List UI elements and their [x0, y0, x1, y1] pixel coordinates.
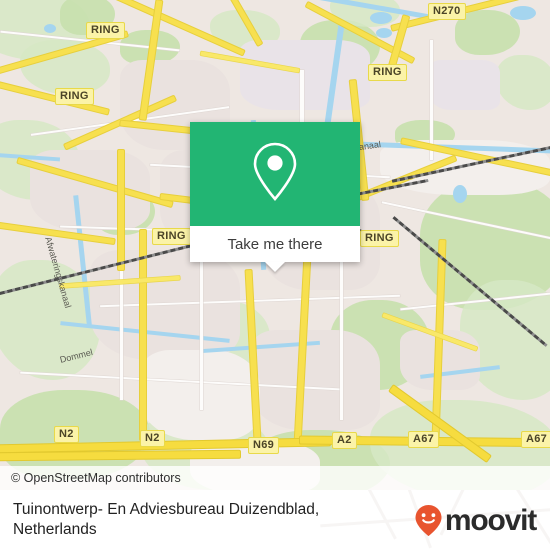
map-road-shield: A67	[408, 431, 440, 448]
map-water-pond	[44, 24, 56, 33]
map-landuse-industrial	[430, 60, 500, 110]
card-pointer-tip	[265, 262, 285, 272]
map-landuse-industrial	[240, 40, 370, 110]
footer-bar: Tuinontwerp- En Adviesbureau Duizendblad…	[0, 490, 550, 550]
card-pin-area	[190, 122, 360, 226]
moovit-wordmark: moovit	[444, 503, 537, 537]
attribution-bar: © OpenStreetMap contributors	[0, 466, 550, 490]
map-road-shield: N270	[428, 3, 466, 20]
take-me-there-label: Take me there	[227, 235, 323, 253]
map-canvas[interactable]: Kanaal Afwateringskanaal Dommel RING RING RI…	[0, 0, 550, 490]
map-road-minor	[430, 40, 433, 160]
map-road-shield: N2	[140, 430, 165, 447]
moovit-smiley-pin-icon	[414, 504, 443, 537]
map-road-shield: A2	[332, 432, 357, 449]
map-road-shield: N2	[54, 426, 79, 443]
map-road-minor	[200, 250, 203, 410]
moovit-logo[interactable]: moovit	[414, 503, 537, 537]
map-result-page: Kanaal Afwateringskanaal Dommel RING RING RI…	[0, 0, 550, 550]
map-pin-icon	[251, 141, 299, 208]
map-water-pond	[370, 12, 392, 24]
map-road-shield: RING	[86, 22, 125, 39]
map-road-shield: RING	[152, 228, 191, 245]
map-road-shield: RING	[55, 88, 94, 105]
map-road-primary	[118, 150, 124, 270]
map-water-pond	[376, 28, 392, 38]
attribution-text: © OpenStreetMap contributors	[11, 471, 181, 485]
take-me-there-card[interactable]: Take me there	[190, 122, 360, 272]
map-road-shield: N69	[248, 437, 280, 454]
map-road-shield: RING	[360, 230, 399, 247]
map-road-minor	[340, 250, 343, 420]
map-road-shield: RING	[368, 64, 407, 81]
map-water-pond	[453, 185, 467, 203]
map-road-primary	[140, 230, 146, 440]
card-action-bar[interactable]: Take me there	[190, 226, 360, 272]
place-title: Tuinontwerp- En Adviesbureau Duizendblad…	[13, 501, 320, 538]
map-landuse-green	[496, 55, 550, 110]
map-road-shield: A67	[521, 431, 550, 448]
map-water-pond	[510, 6, 536, 20]
